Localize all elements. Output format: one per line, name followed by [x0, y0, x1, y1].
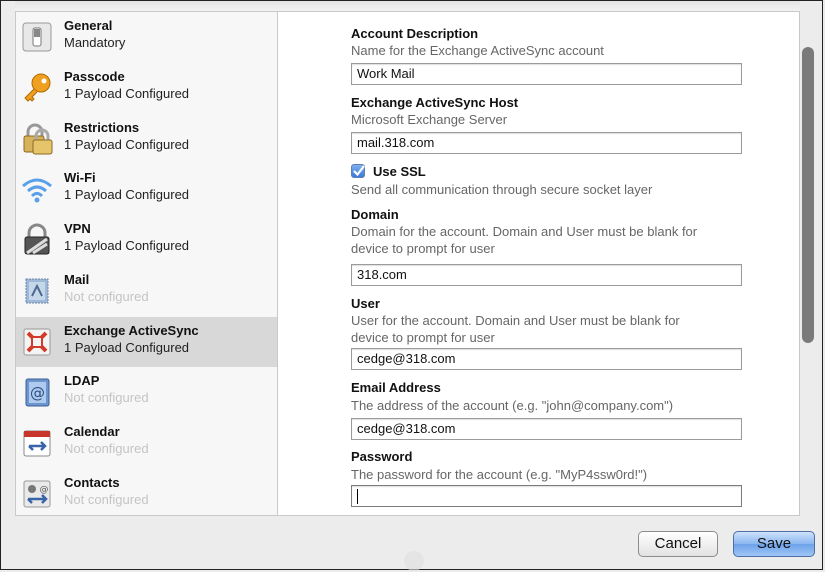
use-ssl-checkbox[interactable]	[351, 164, 365, 178]
sidebar-item-name: Exchange ActiveSync	[64, 323, 199, 338]
sidebar-item-calendar[interactable]: Calendar Not configured	[16, 418, 277, 468]
payload-panel: General Mandatory Passcode 1 Payload Con…	[15, 11, 800, 516]
sidebar-item-name: Contacts	[64, 475, 120, 490]
at-book-icon: @	[25, 378, 50, 407]
sidebar-item-status: 1 Payload Configured	[64, 238, 190, 253]
mail-stamp-icon	[25, 278, 49, 304]
host-help: Microsoft Exchange Server	[351, 112, 508, 127]
checkmark-icon	[353, 165, 365, 177]
wifi-icon	[22, 178, 52, 203]
sidebar-item-restrictions[interactable]: Restrictions 1 Payload Configured	[16, 114, 277, 164]
sidebar-item-name: Mail	[64, 272, 90, 287]
background-icon	[404, 551, 424, 571]
password-title: Password	[351, 449, 413, 464]
sidebar-item-status: Not configured	[64, 390, 149, 405]
email-input[interactable]: cedge@318.com	[351, 418, 742, 440]
sidebar-item-status: 1 Payload Configured	[64, 187, 190, 202]
sidebar-item-status: 1 Payload Configured	[64, 340, 190, 355]
exchange-settings-form: Account Description Name for the Exchang…	[278, 12, 799, 515]
scrollbar-thumb[interactable]	[802, 47, 814, 343]
cancel-button[interactable]: Cancel	[638, 531, 718, 557]
host-title: Exchange ActiveSync Host	[351, 95, 519, 110]
sidebar-item-name: Wi-Fi	[64, 170, 96, 185]
account-description-help: Name for the Exchange ActiveSync account	[351, 43, 604, 58]
payload-sidebar: General Mandatory Passcode 1 Payload Con…	[16, 12, 278, 515]
svg-text:@: @	[40, 485, 49, 495]
sidebar-item-name: VPN	[64, 221, 91, 236]
password-input[interactable]	[351, 485, 742, 507]
sidebar-item-status: Not configured	[64, 492, 149, 507]
sidebar-item-name: Passcode	[64, 69, 125, 84]
sidebar-item-status: Mandatory	[64, 35, 126, 50]
exchange-icon	[23, 328, 51, 356]
sidebar-item-contacts[interactable]: @ Contacts Not configured	[16, 469, 277, 515]
sidebar-item-status: 1 Payload Configured	[64, 137, 190, 152]
sidebar-item-status: 1 Payload Configured	[64, 86, 190, 101]
email-title: Email Address	[351, 380, 441, 395]
email-help: The address of the account (e.g. "john@c…	[351, 398, 674, 413]
sidebar-item-wifi[interactable]: Wi-Fi 1 Payload Configured	[16, 164, 277, 214]
use-ssl-help: Send all communication through secure so…	[351, 182, 653, 197]
sidebar-item-status: Not configured	[64, 441, 149, 456]
sidebar-item-vpn[interactable]: VPN 1 Payload Configured	[16, 215, 277, 265]
domain-help: Domain for the account. Domain and User …	[351, 224, 698, 256]
user-input[interactable]: cedge@318.com	[351, 348, 742, 370]
account-description-title: Account Description	[351, 26, 479, 41]
window-top-strip	[15, 1, 800, 11]
use-ssl-label[interactable]: Use SSL	[373, 164, 426, 179]
padlock-icon	[23, 123, 53, 155]
domain-title: Domain	[351, 207, 399, 222]
sidebar-item-ldap[interactable]: @ LDAP Not configured	[16, 367, 277, 417]
save-button[interactable]: Save	[733, 531, 815, 557]
sidebar-item-general[interactable]: General Mandatory	[16, 12, 277, 62]
sidebar-item-status: Not configured	[64, 289, 149, 304]
sidebar-item-name: General	[64, 18, 113, 33]
contacts-icon: @	[23, 480, 51, 508]
window: General Mandatory Passcode 1 Payload Con…	[0, 0, 824, 571]
sidebar-item-exchange-activesync[interactable]: Exchange ActiveSync 1 Payload Configured	[16, 317, 277, 367]
user-title: User	[351, 296, 380, 311]
sidebar-item-name: LDAP	[64, 373, 100, 388]
sidebar-item-name: Restrictions	[64, 120, 140, 135]
account-description-input[interactable]: Work Mail	[351, 63, 742, 85]
text-cursor	[357, 489, 358, 505]
vertical-scrollbar[interactable]	[800, 11, 824, 516]
key-icon	[24, 73, 51, 102]
password-help: The password for the account (e.g. "MyP4…	[351, 467, 648, 482]
host-input[interactable]: mail.318.com	[351, 132, 742, 154]
vpn-lock-icon	[24, 223, 50, 255]
sidebar-item-name: Calendar	[64, 424, 120, 439]
calendar-icon	[23, 430, 51, 457]
sidebar-item-passcode[interactable]: Passcode 1 Payload Configured	[16, 63, 277, 113]
sidebar-item-mail[interactable]: Mail Not configured	[16, 266, 277, 316]
user-help: User for the account. Domain and User mu…	[351, 313, 680, 345]
domain-input[interactable]: 318.com	[351, 264, 742, 286]
svg-text:@: @	[30, 384, 45, 402]
switch-icon	[22, 22, 52, 52]
